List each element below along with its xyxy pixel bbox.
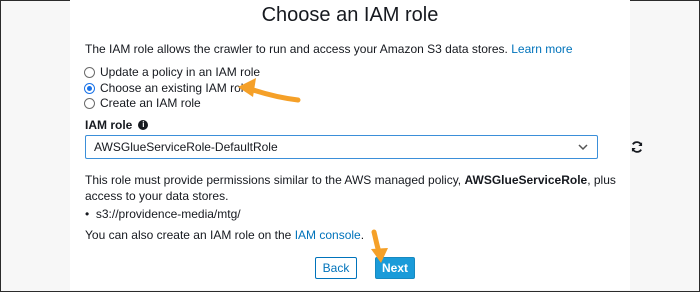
radio-label: Choose an existing IAM role — [100, 81, 251, 95]
description-text: This role must provide permissions simil… — [85, 173, 465, 187]
refresh-icon[interactable] — [630, 140, 644, 154]
radio-create-role[interactable]: Create an IAM role — [84, 95, 201, 111]
iam-role-selected-value: AWSGlueServiceRole-DefaultRole — [94, 140, 278, 154]
learn-more-link[interactable]: Learn more — [511, 42, 572, 56]
iam-console-link[interactable]: IAM console — [295, 228, 361, 242]
back-button[interactable]: Back — [315, 257, 357, 279]
radio-choose-existing[interactable]: Choose an existing IAM role — [84, 80, 250, 96]
radio-update-policy[interactable]: Update a policy in an IAM role — [84, 64, 260, 80]
iam-role-label-text: IAM role — [85, 118, 133, 132]
iam-role-label: IAM role i — [85, 118, 149, 132]
intro-sentence: The IAM role allows the crawler to run a… — [85, 42, 508, 56]
page-title: Choose an IAM role — [261, 4, 439, 26]
chevron-down-icon — [578, 144, 588, 151]
console-note-text: You can also create an IAM role on the — [85, 228, 295, 242]
managed-policy-name: AWSGlueServiceRole — [464, 173, 588, 187]
console-note: You can also create an IAM role on the I… — [85, 228, 364, 242]
iam-role-select[interactable]: AWSGlueServiceRole-DefaultRole — [85, 135, 598, 159]
radio-label: Update a policy in an IAM role — [100, 65, 261, 79]
role-description: This role must provide permissions simil… — [85, 172, 630, 204]
data-store-path: s3://providence-media/mtg/ — [95, 207, 241, 221]
console-note-end: . — [360, 228, 365, 242]
next-button[interactable]: Next — [375, 257, 415, 279]
intro-text: The IAM role allows the crawler to run a… — [85, 42, 573, 56]
radio-button[interactable] — [84, 66, 95, 78]
radio-button-checked[interactable] — [84, 82, 95, 94]
data-store-item: • s3://providence-media/mtg/ — [85, 207, 241, 221]
info-icon[interactable]: i — [138, 120, 149, 130]
radio-label: Create an IAM role — [100, 96, 201, 110]
radio-button[interactable] — [84, 97, 95, 109]
